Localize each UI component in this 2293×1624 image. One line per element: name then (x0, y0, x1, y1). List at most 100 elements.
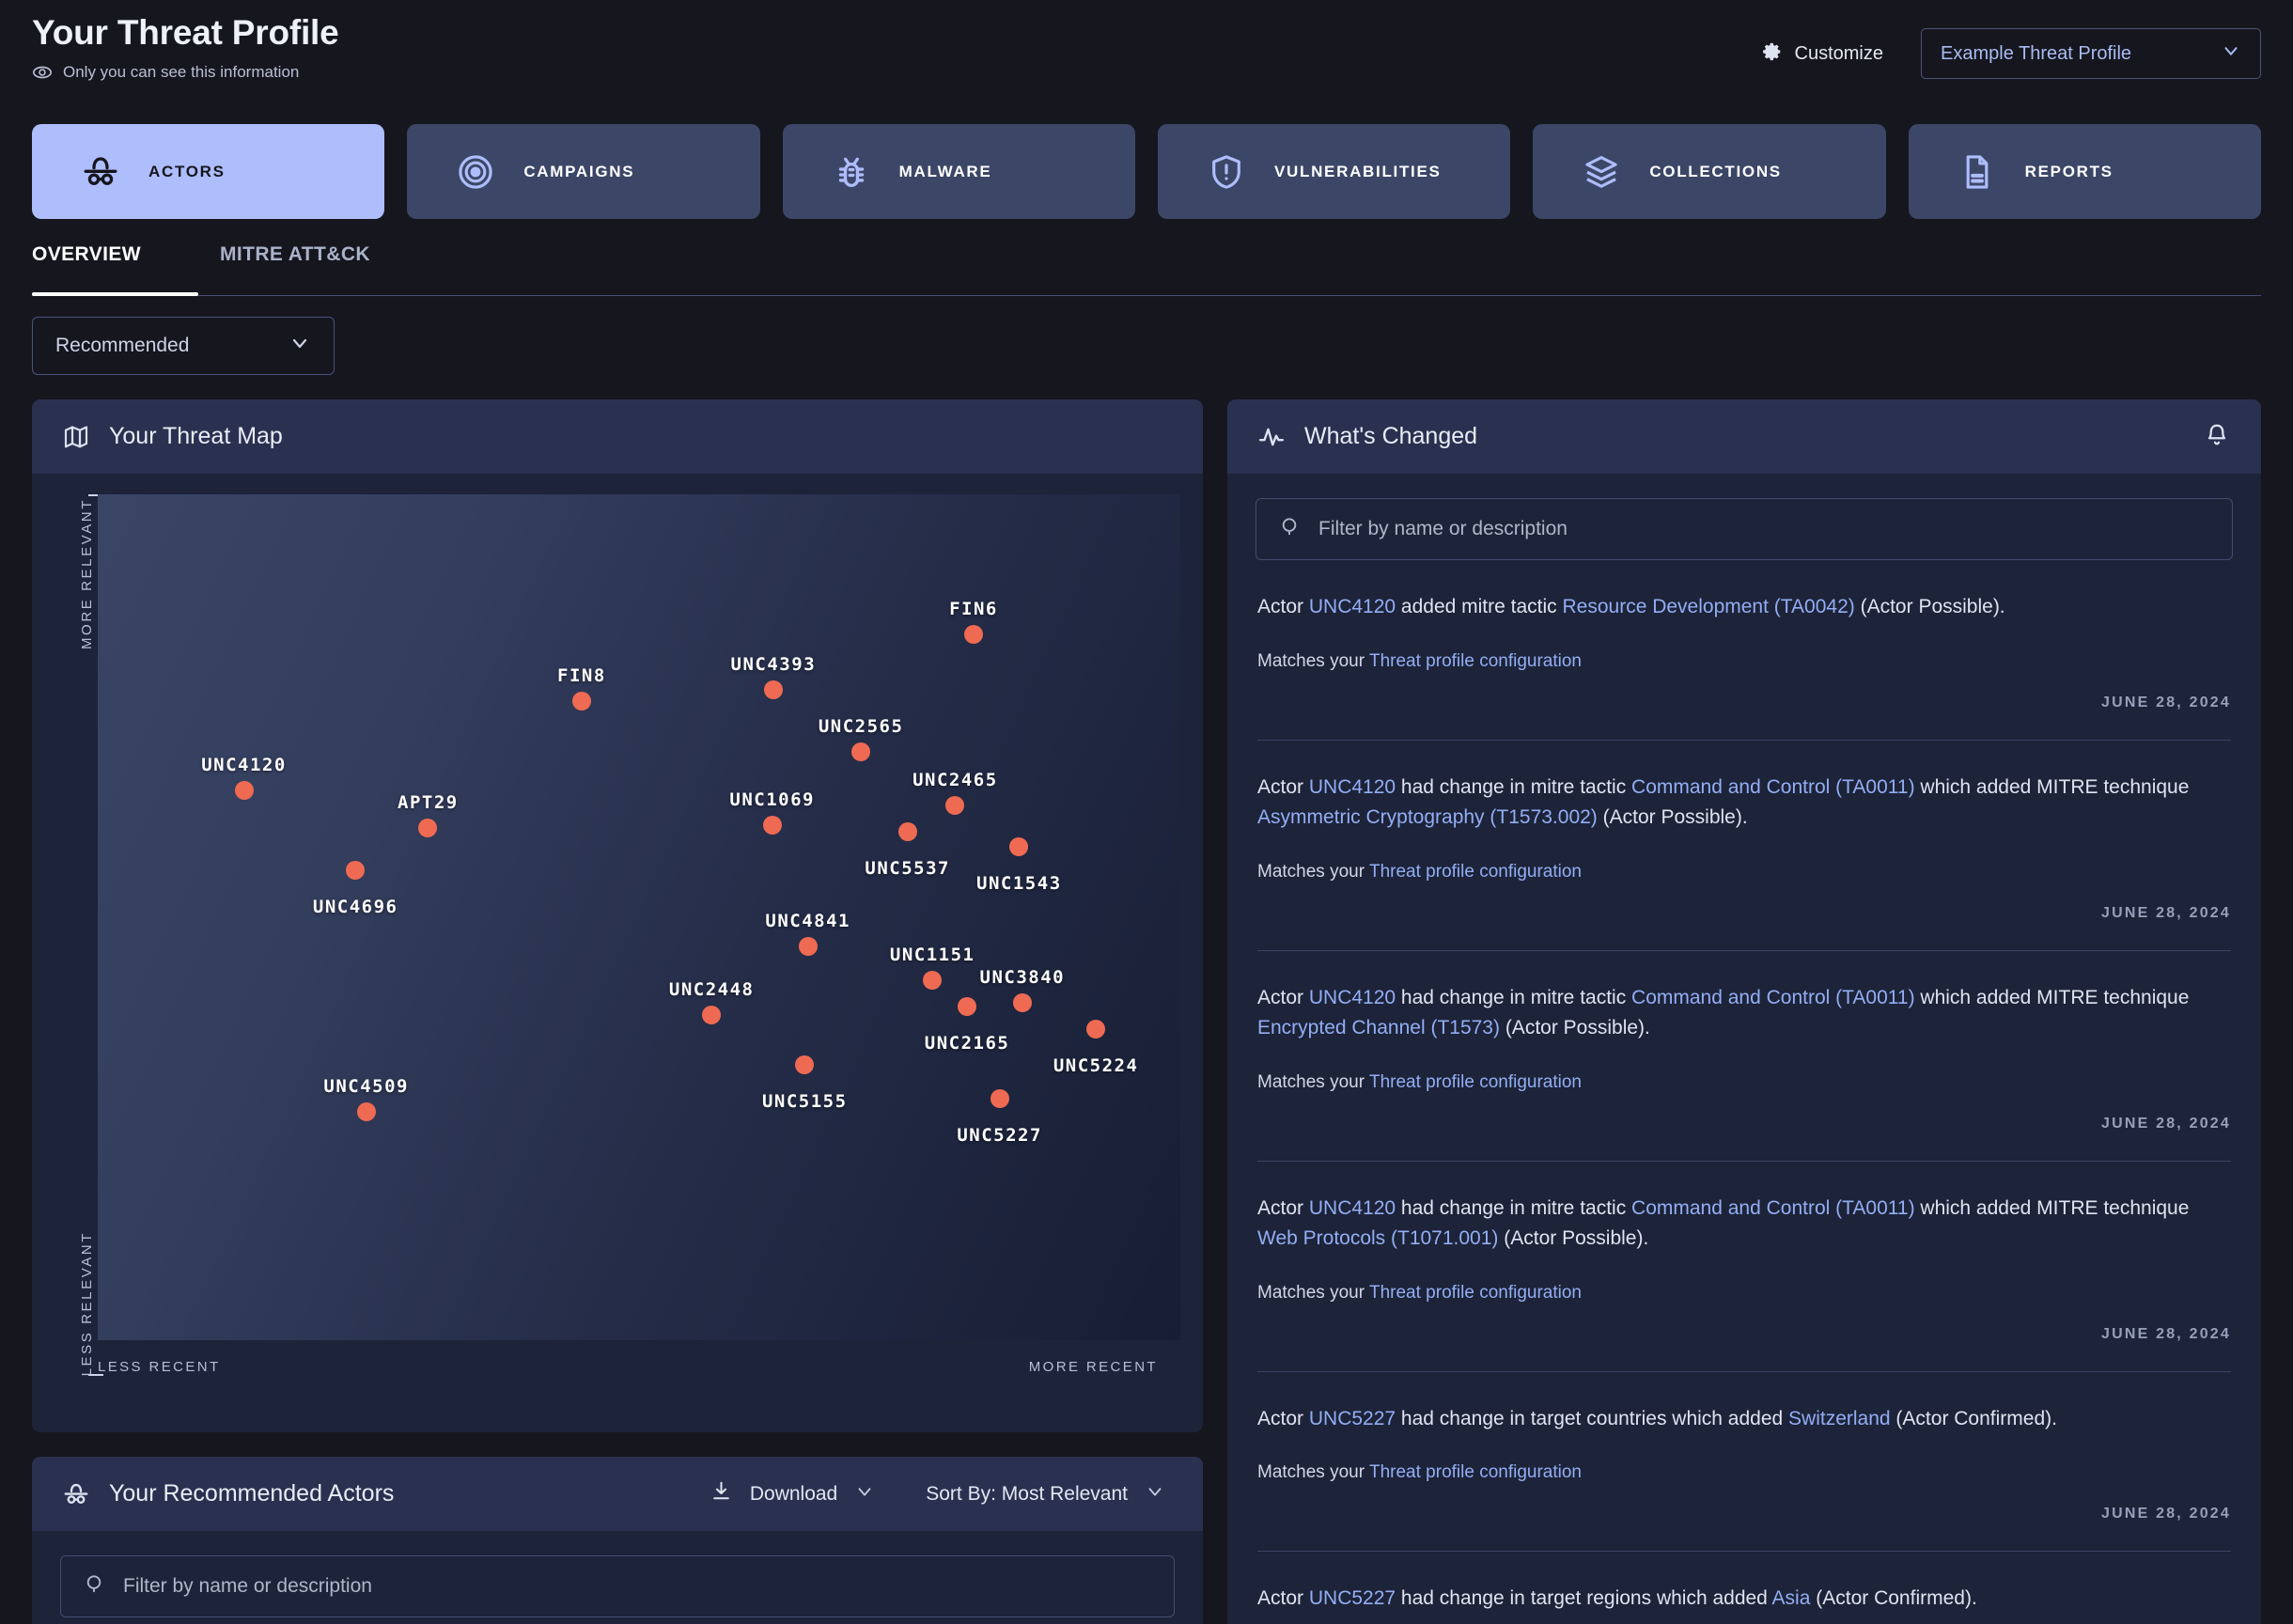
change-feed-link[interactable]: Switzerland (1788, 1408, 1891, 1429)
tab-mitre-attack[interactable]: MITRE ATT&CK (192, 243, 398, 281)
scatter-point[interactable] (418, 818, 438, 837)
change-feed-match-prefix: Matches your (1257, 1462, 1369, 1483)
scatter-point-label: UNC1543 (976, 873, 1062, 895)
change-feed-item: Actor UNC5227 had change in target regio… (1256, 1552, 2233, 1624)
change-feed-span: Actor (1257, 1196, 1309, 1219)
change-feed-link[interactable]: Asymmetric Cryptography (T1573.002) (1257, 806, 1598, 828)
scatter-point[interactable] (1012, 992, 1032, 1012)
change-feed-link[interactable]: Command and Control (TA0011) (1631, 776, 1915, 798)
change-feed-link[interactable]: UNC4120 (1309, 1197, 1396, 1219)
scatter-point[interactable] (762, 815, 782, 835)
scatter-point[interactable] (945, 796, 965, 816)
change-feed-link[interactable]: UNC5227 (1309, 1587, 1396, 1609)
change-feed-link[interactable]: UNC4120 (1309, 987, 1396, 1008)
change-feed-date: JUNE 28, 2024 (2100, 1115, 2231, 1132)
change-feed-match: Matches your Threat profile configuratio… (1257, 862, 2231, 882)
change-feed-link[interactable]: Command and Control (TA0011) (1631, 987, 1915, 1008)
change-feed-match-prefix: Matches your (1257, 861, 1369, 882)
change-feed-link[interactable]: Command and Control (TA0011) (1631, 1197, 1915, 1219)
scatter-point[interactable] (1086, 1019, 1106, 1038)
scatter-point[interactable] (963, 625, 983, 645)
nav-item-vulnerabilities[interactable]: VULNERABILITIES (1157, 124, 1511, 219)
recommended-actors-title: Your Recommended Actors (109, 1480, 395, 1507)
threat-profile-configuration-link[interactable]: Threat profile configuration (1369, 1283, 1582, 1303)
change-feed-link[interactable]: UNC4120 (1309, 596, 1396, 617)
x-axis: LESS RECENT MORE RECENT (98, 1340, 1180, 1397)
scatter-point[interactable] (346, 860, 366, 880)
threat-profile-configuration-link[interactable]: Threat profile configuration (1369, 651, 1582, 671)
scatter-point[interactable] (356, 1102, 376, 1121)
nav-item-malware[interactable]: MALWARE (782, 124, 1135, 219)
threat-profile-configuration-link[interactable]: Threat profile configuration (1369, 1072, 1582, 1092)
scatter-point[interactable] (990, 1088, 1009, 1108)
actors-filter-input[interactable]: Filter by name or description (60, 1555, 1175, 1617)
changes-filter-input[interactable]: Filter by name or description (1256, 498, 2233, 560)
scatter-point[interactable] (795, 1054, 815, 1074)
bug-icon (832, 152, 871, 192)
change-feed-match-prefix: Matches your (1257, 650, 1369, 671)
change-feed-link[interactable]: Asia (1772, 1587, 1811, 1609)
nav-label-campaigns: CAMPAIGNS (523, 162, 635, 180)
threat-map-title: Your Threat Map (109, 423, 283, 449)
download-label: Download (749, 1482, 838, 1505)
scatter-point-label: UNC5155 (761, 1090, 848, 1112)
change-feed-link[interactable]: UNC5227 (1309, 1408, 1396, 1429)
scatter-point-label: UNC2165 (924, 1032, 1010, 1054)
change-feed-link[interactable]: UNC4120 (1309, 776, 1396, 798)
recommended-select[interactable]: Recommended (32, 317, 335, 375)
change-feed-span: (Actor Confirmed). (1810, 1587, 1977, 1610)
scatter-point[interactable] (763, 679, 783, 699)
nav-label-vulnerabilities: VULNERABILITIES (1273, 162, 1442, 180)
category-nav: ACTORS CAMPAIGNS MALWARE VULNERABILITIES… (32, 124, 2261, 219)
change-feed-link[interactable]: Encrypted Channel (T1573) (1257, 1017, 1500, 1038)
activity-icon (1257, 423, 1286, 451)
download-button[interactable]: Download (710, 1479, 875, 1508)
scatter-point[interactable] (851, 742, 871, 761)
customize-button[interactable]: Customize (1762, 41, 1883, 67)
threat-map-body: MORE RELEVANT LESS RELEVANT FIN6 FIN8 UNC4… (32, 474, 1203, 1432)
nav-item-actors[interactable]: ACTORS (32, 124, 385, 219)
scatter-point[interactable] (798, 936, 818, 956)
change-feed-span: (Actor Possible). (1498, 1227, 1649, 1250)
threat-profile-select[interactable]: Example Threat Profile (1921, 28, 2261, 79)
bell-icon[interactable] (2203, 421, 2231, 453)
threat-map-scatter[interactable]: FIN6 FIN8 UNC4393 UNC2565 UNC2465 UNC1069 UNC1… (98, 494, 1180, 1340)
whats-changed-header: What's Changed (1227, 399, 2261, 474)
scatter-point-label: UNC4696 (312, 896, 398, 917)
change-feed-link[interactable]: Resource Development (TA0042) (1563, 596, 1855, 617)
change-feed-span: which added MITRE technique (1914, 775, 2190, 798)
scatter-point[interactable] (1009, 837, 1029, 857)
customize-label: Customize (1794, 42, 1883, 64)
nav-item-reports[interactable]: REPORTS (1908, 124, 2261, 219)
sort-by-button[interactable]: Sort By: Most Relevant (926, 1481, 1165, 1507)
map-icon (62, 423, 90, 451)
scatter-point-label: UNC5227 (957, 1124, 1042, 1146)
nav-item-campaigns[interactable]: CAMPAIGNS (407, 124, 760, 219)
scatter-point[interactable] (897, 822, 917, 842)
gear-icon (1762, 41, 1783, 67)
y-axis-label-bottom: LESS RELEVANT (79, 1230, 95, 1376)
change-feed-match-prefix: Matches your (1257, 1282, 1369, 1303)
scatter-point[interactable] (923, 970, 943, 990)
nav-item-collections[interactable]: COLLECTIONS (1533, 124, 1886, 219)
scatter-point[interactable] (702, 1006, 722, 1025)
scatter-point[interactable] (571, 691, 591, 710)
left-column: Your Threat Map MORE RELEVANT LESS RELEV… (32, 399, 1203, 1624)
change-feed-match: Matches your Threat profile configuratio… (1257, 651, 2231, 672)
scatter-point[interactable] (958, 996, 977, 1016)
threat-profile-configuration-link[interactable]: Threat profile configuration (1369, 862, 1582, 882)
change-feed-link[interactable]: Web Protocols (T1071.001) (1257, 1227, 1498, 1249)
change-feed-span: had change in target regions which added (1396, 1587, 1772, 1610)
tab-overview[interactable]: OVERVIEW (32, 243, 192, 281)
scatter-point[interactable] (234, 781, 254, 800)
change-feed-text: Actor UNC5227 had change in target regio… (1257, 1584, 2231, 1615)
nav-label-malware: MALWARE (898, 162, 992, 180)
threat-profile-configuration-link[interactable]: Threat profile configuration (1369, 1462, 1582, 1482)
change-feed-span: had change in mitre tactic (1396, 775, 1632, 798)
change-feed-item: Actor UNC4120 had change in mitre tactic… (1256, 1162, 2233, 1372)
change-feed-span: which added MITRE technique (1914, 1196, 2190, 1219)
change-feed-item: Actor UNC5227 had change in target count… (1256, 1372, 2233, 1553)
change-feed-item: Actor UNC4120 had change in mitre tactic… (1256, 951, 2233, 1162)
change-feed-span: (Actor Possible). (1854, 596, 2005, 617)
change-feed-date: JUNE 28, 2024 (2100, 1325, 2231, 1342)
